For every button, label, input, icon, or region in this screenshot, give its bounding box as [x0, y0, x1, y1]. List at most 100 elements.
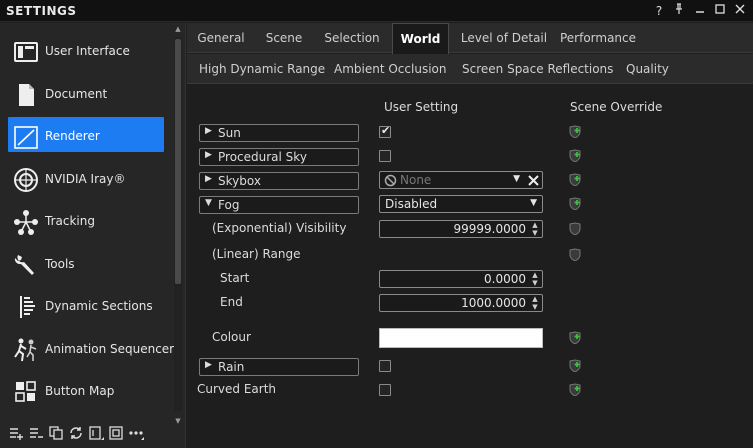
curved-earth-label: Curved Earth — [197, 382, 277, 396]
end-label: End — [220, 295, 243, 309]
spinner-icon[interactable]: ▲ ▼ — [530, 295, 540, 311]
sidebar-item-user-interface[interactable]: User Interface — [0, 31, 172, 74]
sidebar-item-label: Animation Sequencer — [45, 341, 175, 356]
override-shield-icon[interactable] — [569, 359, 581, 372]
sun-expander[interactable]: ▶ Sun — [199, 124, 359, 142]
dropdown-arrow-icon: ▼ — [530, 198, 537, 208]
override-shield-icon[interactable] — [569, 125, 581, 138]
end-field[interactable]: 1000.0000 ▲ ▼ — [379, 294, 543, 312]
override-shield-icon[interactable] — [569, 149, 581, 162]
sun-label: Sun — [218, 126, 241, 140]
spinner-icon[interactable]: ▲ ▼ — [530, 271, 540, 287]
sync-icon[interactable] — [68, 425, 84, 441]
pin-button[interactable] — [671, 3, 687, 19]
sidebar-item-renderer[interactable]: Renderer — [0, 116, 172, 159]
window-title: SETTINGS — [6, 4, 77, 18]
tab-general[interactable]: General — [192, 23, 250, 53]
maximize-icon — [715, 4, 725, 14]
tab-world[interactable]: World — [392, 23, 449, 54]
sidebar-item-nvidia-iray[interactable]: NVIDIA Iray® — [0, 159, 172, 202]
nvidia-iray-icon — [14, 167, 38, 192]
curved-earth-checkbox[interactable] — [379, 384, 391, 396]
wrench-icon — [14, 254, 34, 275]
tab-quality[interactable]: Quality — [626, 54, 669, 84]
maximize-button[interactable] — [712, 3, 728, 19]
primary-tab-bar: General Scene Selection World Level of D… — [187, 23, 753, 54]
tab-screen-space-reflections[interactable]: Screen Space Reflections — [462, 54, 613, 84]
sidebar-item-label: Tools — [45, 256, 75, 271]
rain-label: Rain — [218, 360, 245, 374]
tab-high-dynamic-range[interactable]: High Dynamic Range — [199, 54, 325, 84]
copy-icon[interactable] — [48, 425, 64, 441]
sun-checkbox[interactable]: ✔ — [379, 124, 391, 138]
animation-sequencer-icon — [14, 338, 37, 361]
document-icon — [19, 83, 34, 106]
spinner-icon[interactable]: ▲ ▼ — [530, 221, 540, 237]
help-button[interactable]: ? — [651, 3, 667, 19]
visibility-value: 99999.0000 — [453, 222, 526, 236]
none-icon — [384, 174, 397, 187]
pin-icon — [676, 3, 682, 14]
rain-checkbox[interactable] — [379, 360, 391, 372]
skybox-label: Skybox — [218, 174, 261, 188]
sidebar-item-label: Renderer — [45, 129, 100, 143]
add-icon[interactable] — [8, 425, 24, 441]
tab-level-of-detail[interactable]: Level of Detail — [455, 23, 553, 53]
sidebar-item-document[interactable]: Document — [0, 74, 172, 117]
more-icon[interactable] — [128, 425, 144, 441]
minimize-button[interactable] — [692, 3, 708, 19]
fog-mode-value: Disabled — [385, 197, 438, 211]
expand-arrow-icon: ▶ — [205, 150, 212, 160]
override-shield-icon[interactable] — [569, 173, 581, 186]
override-shield-icon[interactable] — [569, 331, 581, 344]
tab-scene[interactable]: Scene — [259, 23, 309, 53]
sidebar-item-label: Tracking — [45, 214, 95, 228]
sidebar-item-button-map[interactable]: Button Map — [0, 371, 172, 414]
override-shield-icon[interactable] — [569, 197, 581, 210]
scroll-up-icon[interactable]: ▲ — [174, 25, 182, 33]
skybox-expander[interactable]: ▶ Skybox — [199, 172, 359, 190]
sidebar-item-dynamic-sections[interactable]: Dynamic Sections — [0, 286, 172, 329]
sidebar-item-label: Dynamic Sections — [45, 299, 153, 313]
layout-icon[interactable] — [88, 425, 104, 441]
dropdown-arrow-icon[interactable]: ▼ — [513, 174, 520, 184]
sidebar-item-tracking[interactable]: Tracking — [0, 201, 172, 244]
procedural-sky-expander[interactable]: ▶ Procedural Sky — [199, 148, 359, 166]
fog-label: Fog — [218, 198, 240, 212]
renderer-icon — [14, 126, 38, 149]
fog-expander[interactable]: ▼ Fog — [199, 196, 359, 214]
expand-arrow-icon: ▶ — [205, 360, 212, 370]
sidebar-item-tools[interactable]: Tools — [0, 244, 172, 287]
rain-expander[interactable]: ▶ Rain — [199, 358, 359, 376]
sidebar-item-label: Document — [45, 86, 108, 101]
title-bar: SETTINGS ? — [0, 0, 753, 22]
skybox-selector[interactable]: None ▼ — [379, 171, 543, 189]
tab-performance[interactable]: Performance — [559, 23, 637, 53]
tracking-icon — [14, 210, 38, 235]
remove-icon[interactable] — [28, 425, 44, 441]
tab-selection[interactable]: Selection — [319, 23, 385, 53]
end-value: 1000.0000 — [461, 296, 526, 310]
sidebar-item-animation-sequencer[interactable]: Animation Sequencer — [0, 329, 175, 372]
visibility-field[interactable]: 99999.0000 ▲ ▼ — [379, 220, 543, 238]
frame-icon[interactable] — [108, 425, 124, 441]
tab-ambient-occlusion[interactable]: Ambient Occlusion — [334, 54, 446, 84]
override-shield-icon[interactable] — [569, 248, 581, 261]
procedural-sky-checkbox[interactable] — [379, 150, 391, 162]
skybox-value: None — [400, 173, 432, 187]
close-button[interactable] — [732, 3, 748, 19]
collapse-arrow-icon: ▼ — [205, 198, 212, 208]
expand-arrow-icon: ▶ — [205, 126, 212, 136]
clear-icon[interactable] — [528, 175, 539, 186]
sidebar-list: User Interface Document Renderer NVIDIA … — [0, 31, 175, 414]
start-field[interactable]: 0.0000 ▲ ▼ — [379, 270, 543, 288]
colour-swatch[interactable] — [379, 328, 543, 348]
start-value: 0.0000 — [484, 272, 526, 286]
scrollbar-thumb[interactable] — [175, 39, 181, 284]
override-shield-icon[interactable] — [569, 383, 581, 396]
expand-arrow-icon: ▶ — [205, 174, 212, 184]
sidebar-scrollbar[interactable]: ▲ ▼ — [174, 25, 182, 425]
fog-mode-dropdown[interactable]: Disabled ▼ — [379, 195, 543, 213]
override-shield-icon[interactable] — [569, 222, 581, 235]
button-map-icon — [15, 381, 36, 402]
